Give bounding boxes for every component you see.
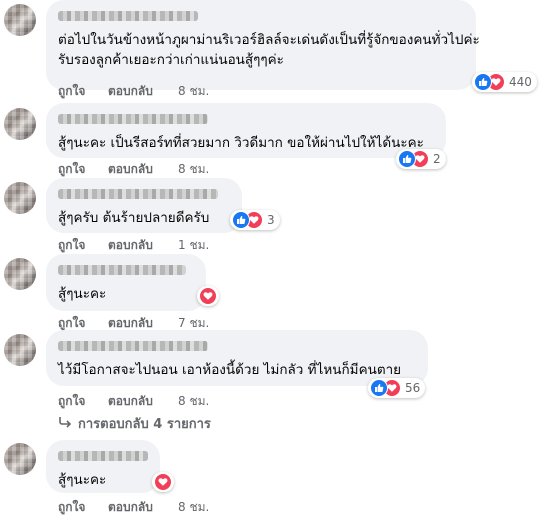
like-button[interactable]: ถูกใจ <box>58 392 108 411</box>
comment-actions: ถูกใจ ตอบกลับ 8 ชม. <box>58 82 209 101</box>
like-button[interactable]: ถูกใจ <box>58 498 108 517</box>
commenter-name[interactable] <box>58 11 198 21</box>
avatar[interactable] <box>4 443 36 475</box>
reaction-count: 2 <box>433 152 441 166</box>
comment-bubble: ไว้มีโอกาสจะไปนอน เอาห้องนี้ด้วย ไม่กลัว… <box>46 330 428 386</box>
comment-actions: ถูกใจ ตอบกลับ 8 ชม. <box>58 160 209 179</box>
reaction-summary[interactable] <box>197 286 219 306</box>
comment-text-line: สู้ๆนะคะ <box>58 472 107 488</box>
reaction-summary[interactable] <box>152 472 174 492</box>
avatar[interactable] <box>4 182 36 214</box>
reply-arrow-icon <box>58 416 72 432</box>
reaction-summary[interactable]: 2 <box>396 149 446 169</box>
comment-actions: ถูกใจ ตอบกลับ 1 ชม. <box>58 236 209 255</box>
like-button[interactable]: ถูกใจ <box>58 160 108 179</box>
comment-text-line: ต่อไปในวันข้างหน้าภูผาม่านริเวอร์ฮิลล์จะ… <box>58 32 480 48</box>
timestamp[interactable]: 8 ชม. <box>178 498 209 517</box>
comment-bubble: สู้ๆนะคะ <box>46 440 160 493</box>
like-button[interactable]: ถูกใจ <box>58 236 108 255</box>
timestamp[interactable]: 8 ชม. <box>178 392 209 411</box>
heart-icon <box>199 287 217 305</box>
reply-button[interactable]: ตอบกลับ <box>108 160 178 179</box>
comment-bubble: ต่อไปในวันข้างหน้าภูผาม่านริเวอร์ฮิลล์จะ… <box>46 0 480 90</box>
reaction-count: 3 <box>267 213 275 227</box>
thumbs-up-icon <box>474 73 492 91</box>
comment-text-line: ไว้มีโอกาสจะไปนอน เอาห้องนี้ด้วย ไม่กลัว… <box>58 362 402 378</box>
commenter-name[interactable] <box>58 114 208 124</box>
avatar[interactable] <box>4 108 36 140</box>
timestamp[interactable]: 8 ชม. <box>178 160 209 179</box>
timestamp[interactable]: 8 ชม. <box>178 82 209 101</box>
reaction-summary[interactable]: 3 <box>230 210 280 230</box>
reply-button[interactable]: ตอบกลับ <box>108 498 178 517</box>
comment-text-line: รับรองลูกค้าเยอะกว่าเก่าแน่นอนสู้ๆๆค่ะ <box>58 52 284 68</box>
like-button[interactable]: ถูกใจ <box>58 82 108 101</box>
comment-bubble: สู้ๆนะคะ เป็นรีสอร์ทที่สวยมาก วิวดีมาก ข… <box>46 103 446 158</box>
reaction-summary[interactable]: 440 <box>472 72 537 92</box>
reaction-count: 440 <box>509 75 532 89</box>
reply-button[interactable]: ตอบกลับ <box>108 236 178 255</box>
commenter-name[interactable] <box>58 265 186 275</box>
reply-button[interactable]: ตอบกลับ <box>108 82 178 101</box>
commenter-name[interactable] <box>58 451 148 461</box>
comment-text-line: สู้ๆนะคะ <box>58 286 107 302</box>
heart-icon <box>154 473 172 491</box>
reply-button[interactable]: ตอบกลับ <box>108 392 178 411</box>
thumbs-up-icon <box>398 150 416 168</box>
comment-actions: ถูกใจ ตอบกลับ 8 ชม. <box>58 498 209 517</box>
thumbs-up-icon <box>370 379 388 397</box>
reaction-summary[interactable]: 56 <box>368 378 426 398</box>
avatar[interactable] <box>4 258 36 290</box>
comment-text-line: สู้ๆนะคะ เป็นรีสอร์ทที่สวยมาก วิวดีมาก ข… <box>58 135 424 151</box>
thumbs-up-icon <box>232 211 250 229</box>
commenter-name[interactable] <box>58 341 208 351</box>
avatar[interactable] <box>4 334 36 366</box>
avatar[interactable] <box>4 4 36 36</box>
comment-actions: ถูกใจ ตอบกลับ 8 ชม. <box>58 392 209 411</box>
comment-bubble: สู้ๆนะคะ <box>46 254 206 311</box>
view-replies-link[interactable]: การตอบกลับ 4 รายการ <box>58 413 211 434</box>
reaction-count: 56 <box>405 381 421 395</box>
comment-text-line: สู้ๆครับ ต้นร้ายปลายดีครับ <box>58 210 210 226</box>
commenter-name[interactable] <box>58 189 218 199</box>
comment-bubble: สู้ๆครับ ต้นร้ายปลายดีครับ <box>46 178 242 233</box>
view-replies-label: การตอบกลับ 4 รายการ <box>78 417 211 432</box>
timestamp[interactable]: 1 ชม. <box>178 236 209 255</box>
